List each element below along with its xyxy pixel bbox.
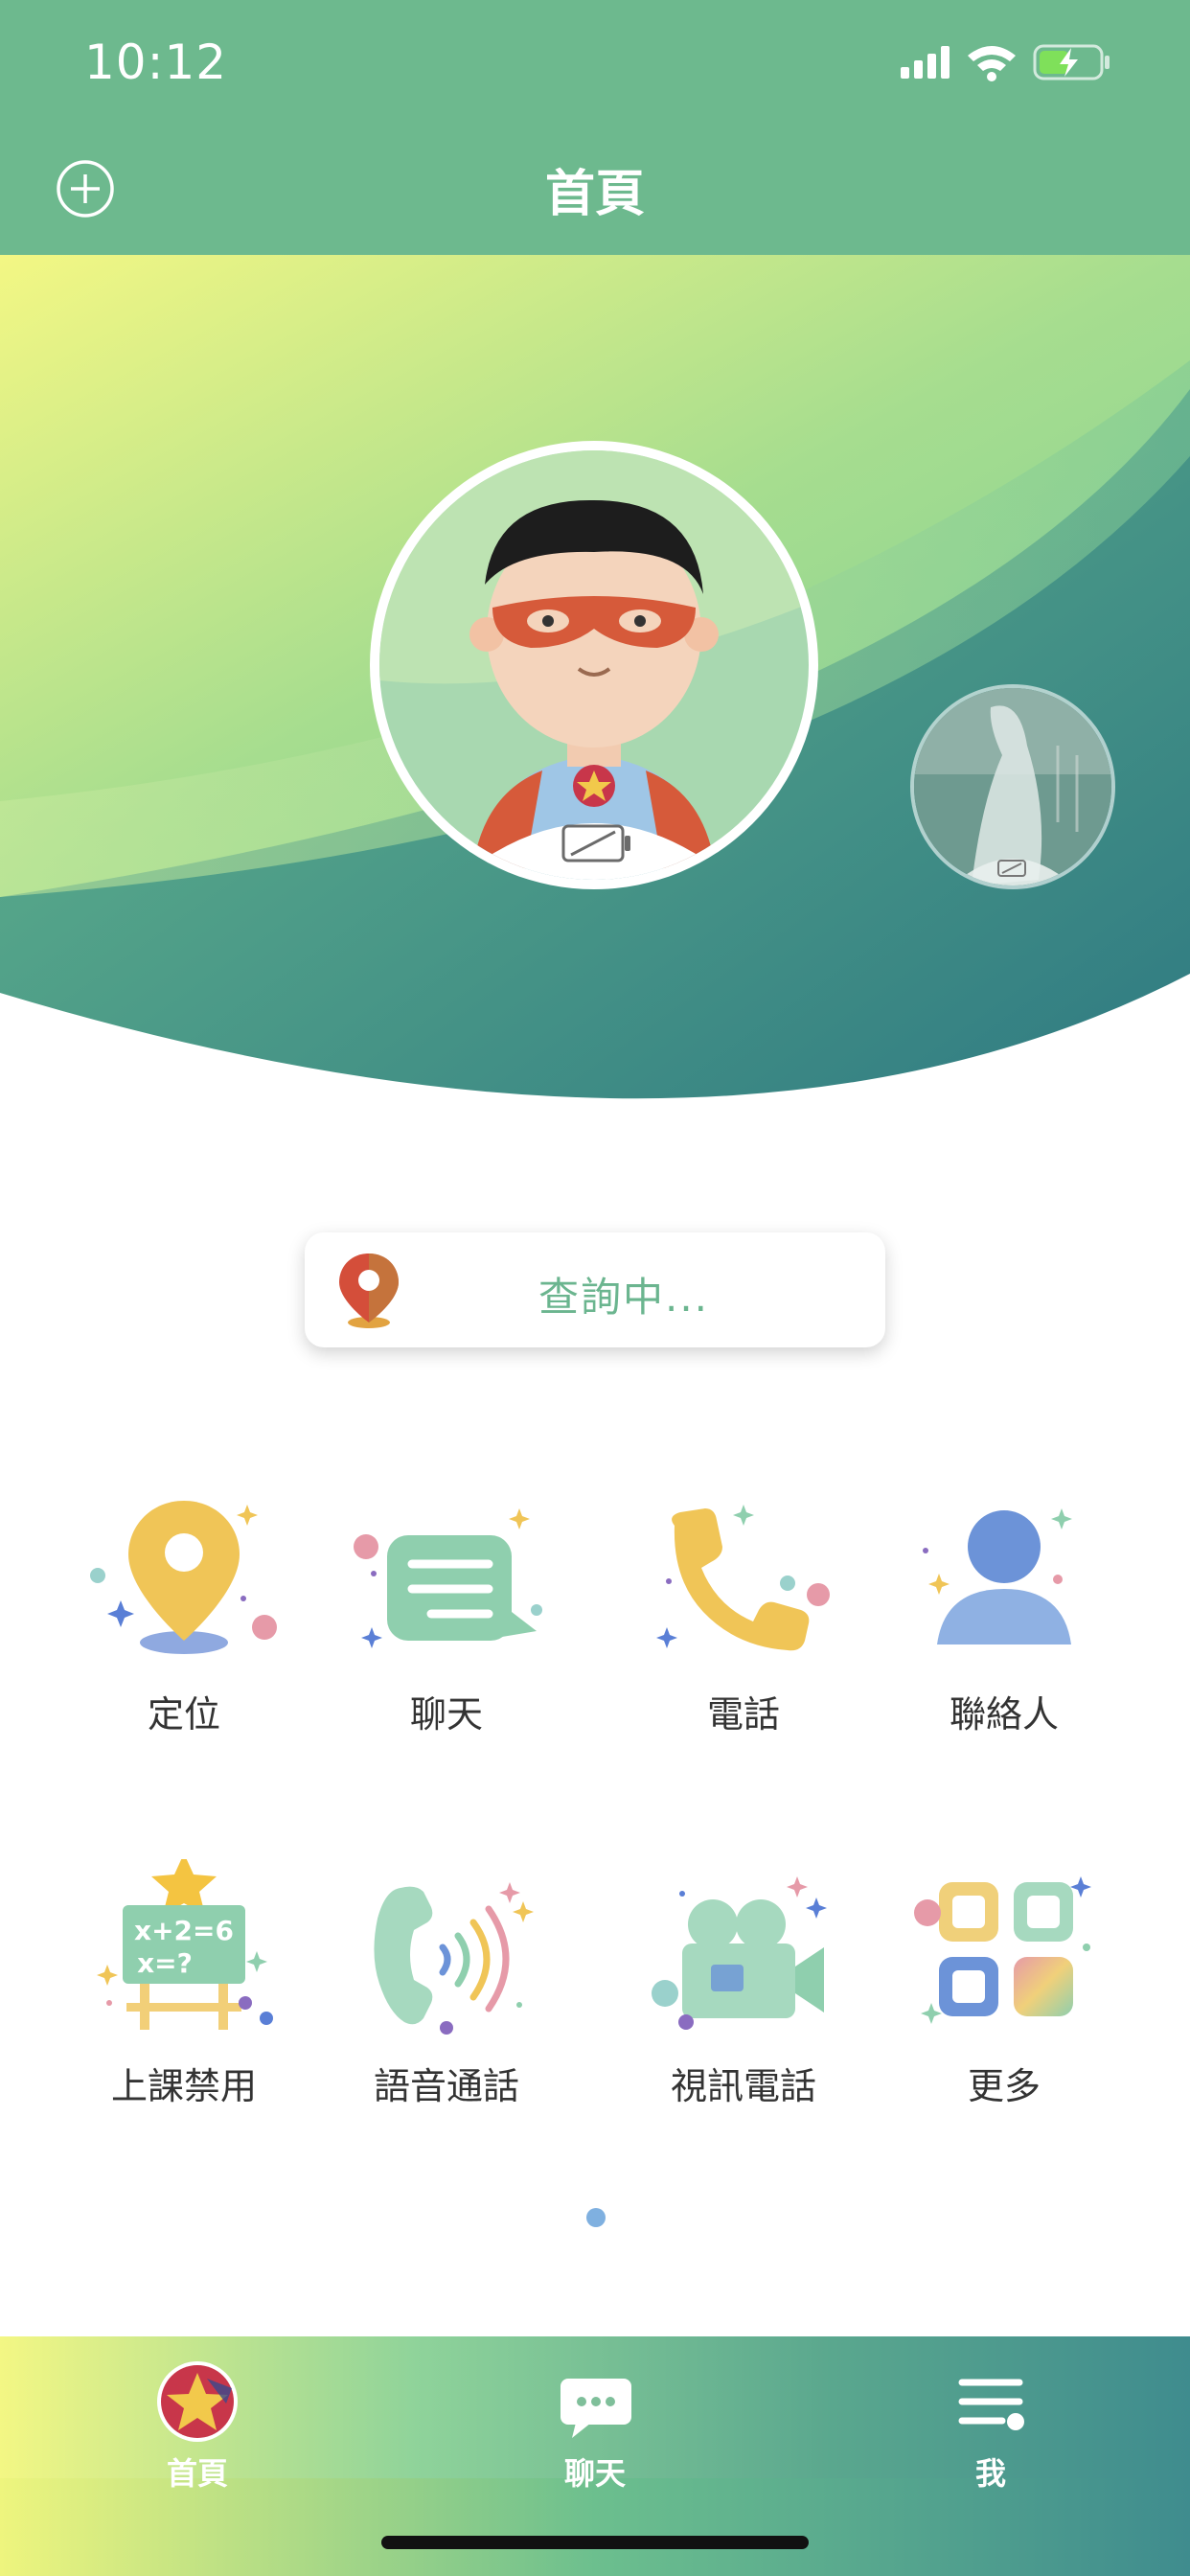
feature-chat[interactable]: 聊天 <box>332 1487 561 1775</box>
more-grid-icon <box>914 1876 1091 2024</box>
voice-call-icon <box>374 1882 534 2035</box>
secondary-avatar-image <box>914 688 1111 886</box>
tab-label: 聊天 <box>563 2455 626 2492</box>
battery-icon <box>1033 44 1110 80</box>
home-indicator[interactable] <box>381 2536 809 2549</box>
wifi-icon <box>968 46 1016 81</box>
location-status-card[interactable]: 查詢中... <box>305 1232 885 1347</box>
location-pin-icon <box>90 1501 277 1654</box>
tab-label: 我 <box>974 2455 1006 2492</box>
tab-label: 首頁 <box>166 2455 228 2492</box>
menu-icon <box>958 2379 1024 2430</box>
video-call-icon <box>652 1876 827 2030</box>
contact-icon <box>923 1508 1072 1644</box>
feature-more[interactable]: 更多 <box>889 1859 1119 2147</box>
home-star-icon <box>157 2361 238 2442</box>
signal-icon <box>901 46 950 79</box>
chat-icon <box>561 2379 631 2438</box>
tab-me[interactable]: 我 <box>895 2350 1087 2494</box>
phone-icon <box>656 1505 830 1651</box>
class-board-icon: x+2=6 x=? <box>97 1859 273 2030</box>
chat-bubble-icon <box>354 1508 542 1648</box>
secondary-avatar[interactable] <box>910 684 1115 889</box>
feature-voice-call[interactable]: 語音通話 <box>332 1859 561 2147</box>
feature-contacts[interactable]: 聯絡人 <box>889 1487 1119 1775</box>
status-time: 10:12 <box>84 34 228 90</box>
board-line-2: x=? <box>137 1947 193 1979</box>
home-screen: 10:12 首頁 查詢中... 定位 聊天 電話 聯絡人 x+2=6 x=? 上… <box>0 0 1190 2576</box>
feature-label: 語音通話 <box>373 2065 519 2107</box>
board-line-1: x+2=6 <box>134 1915 234 1946</box>
status-icons <box>901 44 1110 81</box>
page-indicator[interactable] <box>586 2208 606 2227</box>
feature-class-mode[interactable]: x+2=6 x=? 上課禁用 <box>69 1859 299 2147</box>
feature-location[interactable]: 定位 <box>69 1487 299 1775</box>
feature-label: 上課禁用 <box>110 2065 257 2107</box>
tab-home[interactable]: 首頁 <box>102 2350 293 2494</box>
feature-label: 視訊電話 <box>670 2065 816 2107</box>
feature-label: 更多 <box>967 2065 1041 2107</box>
feature-label: 電話 <box>706 1693 780 1736</box>
feature-video-call[interactable]: 視訊電話 <box>629 1859 858 2147</box>
feature-phone[interactable]: 電話 <box>629 1487 858 1775</box>
child-avatar[interactable] <box>370 441 818 889</box>
location-status-text: 查詢中... <box>538 1274 710 1321</box>
feature-label: 聊天 <box>409 1693 483 1736</box>
feature-label: 定位 <box>147 1693 220 1736</box>
page-title: 首頁 <box>544 166 645 223</box>
superhero-avatar-image <box>379 450 809 880</box>
tab-chat[interactable]: 聊天 <box>499 2350 691 2494</box>
feature-label: 聯絡人 <box>949 1693 1059 1736</box>
